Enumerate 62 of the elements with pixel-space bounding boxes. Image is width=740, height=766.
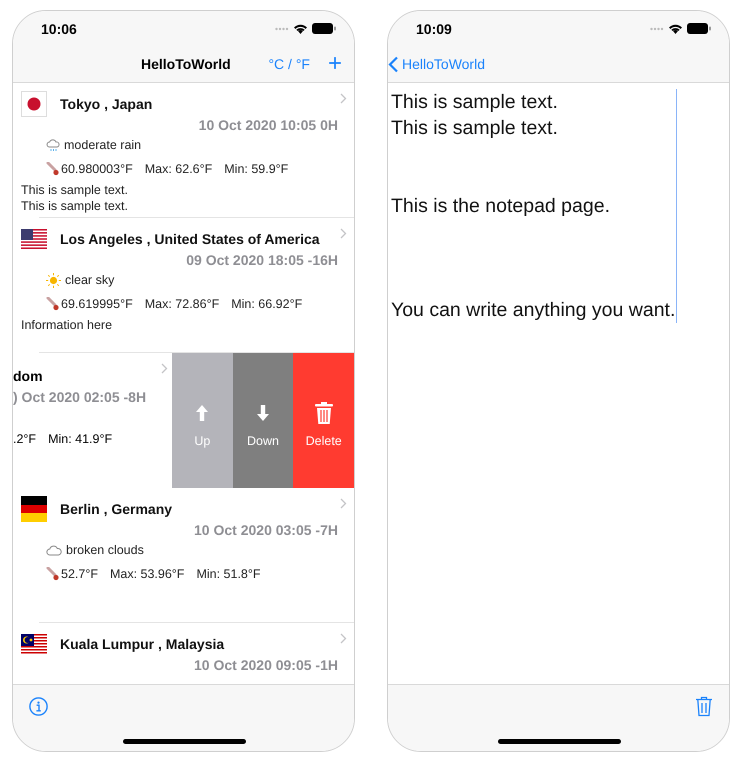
signal-icon [275,26,289,30]
thermometer-icon [46,162,59,176]
thermometer-icon [46,567,59,581]
down-button[interactable]: Down [232,353,294,488]
trash-icon[interactable] [695,696,713,717]
status-time: 10:06 [41,20,78,36]
battery-icon [312,23,336,34]
local-datetime: 10 Oct 2020 03:05 -7H [193,521,339,539]
flag-icon [21,228,47,250]
sun-icon [46,272,61,288]
trash-icon [314,402,333,424]
city-title: Berlin , Germany [60,501,172,517]
min-temperature: Min: 51.8°F [196,567,261,581]
min-temperature: Min: 41.9°F [48,431,112,447]
weather-description: broken clouds [66,543,144,557]
temperature: 69.619995°F [61,297,133,311]
chevron-icon [161,363,168,374]
temperature: 52.7°F [61,567,98,581]
nav-title: HelloToWorld [141,56,231,72]
up-button[interactable]: Up [172,353,233,488]
flag-icon [21,496,47,522]
chevron-icon [340,228,347,239]
city-title: Kuala Lumpur , Malaysia [60,636,224,652]
note-text: This is sample text. [21,198,129,214]
wifi-icon [293,23,308,34]
signal-icon [650,26,664,30]
min-temperature: Min: 66.92°F [231,297,302,311]
rain-cloud-icon [46,138,60,152]
flag-icon [21,634,47,654]
max-temperature: .2°F [13,431,36,447]
local-datetime: 09 Oct 2020 18:05 -16H [185,251,339,269]
max-temperature: Max: 62.6°F [144,162,212,176]
unit-toggle-button[interactable]: °C / °F [268,56,310,72]
chevron-icon [340,633,347,644]
local-datetime: 10 Oct 2020 10:05 0H [198,116,339,134]
min-temperature: Min: 59.9°F [224,162,288,176]
weather-description: clear sky [65,273,114,287]
cloud-icon [46,544,62,556]
battery-icon [687,23,711,34]
weather-description: moderate rain [64,138,142,152]
chevron-icon [340,498,347,509]
note-text: Information here [21,317,114,333]
max-temperature: Max: 72.86°F [144,297,220,311]
flag-icon [21,91,47,117]
chevron-icon [340,93,347,104]
city-title: dom [13,367,43,385]
max-temperature: Max: 53.96°F [110,567,184,581]
back-chevron-icon [388,56,399,72]
local-datetime: 10 Oct 2020 09:05 -1H [193,656,339,674]
back-button[interactable]: HelloToWorld [388,56,485,72]
notepad-field[interactable]: This is sample text. This is sample text. This is the notepad page. You can write anything you want. [391,89,678,323]
city-title: Los Angeles , United States of America [60,231,320,247]
status-time: 10:09 [416,20,453,36]
info-icon[interactable] [29,697,48,716]
city-title: Tokyo , Japan [60,96,152,112]
temperature: 60.980003°F [61,162,133,176]
local-datetime: ) Oct 2020 02:05 -8H [13,388,148,406]
delete-button[interactable]: Delete [293,353,354,488]
wifi-icon [668,23,683,34]
note-text: This is sample text. [21,182,129,198]
thermometer-icon [46,297,59,311]
add-button[interactable]: + [328,52,342,76]
